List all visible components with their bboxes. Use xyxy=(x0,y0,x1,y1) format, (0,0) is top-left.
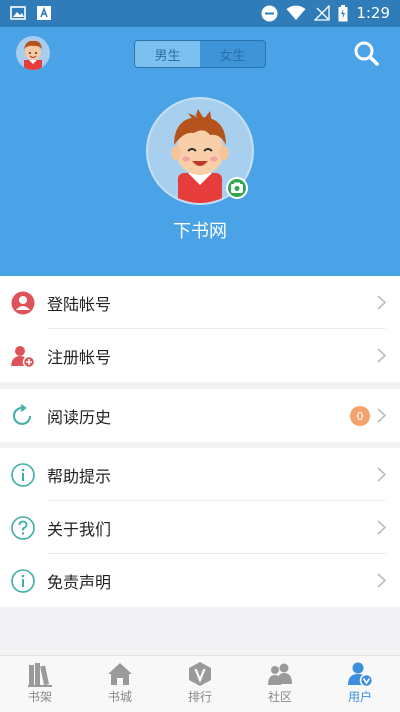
wifi-icon xyxy=(286,5,306,20)
chevron-right-icon xyxy=(377,348,386,363)
login-label: 登陆帐号 xyxy=(47,294,112,314)
text-a-icon xyxy=(37,6,51,20)
community-icon xyxy=(268,663,292,685)
ranking-icon xyxy=(189,662,211,686)
tab-label: 排行 xyxy=(187,690,212,704)
toggle-female[interactable]: 女生 xyxy=(200,41,265,67)
tab-bookshelf[interactable]: 书架 xyxy=(0,656,80,712)
about-label: 关于我们 xyxy=(47,519,112,539)
battery-icon xyxy=(338,4,348,21)
history-group: 阅读历史 0 xyxy=(0,389,400,442)
chevron-right-icon xyxy=(377,467,386,482)
chevron-right-icon xyxy=(377,408,386,423)
gender-toggle: 男生 女生 xyxy=(134,40,266,68)
home-icon xyxy=(108,663,132,685)
history-row[interactable]: 阅读历史 0 xyxy=(0,389,400,442)
tab-ranking[interactable]: 排行 xyxy=(160,656,240,712)
disclaimer-row[interactable]: 免责声明 xyxy=(0,554,400,607)
profile-header: 男生 女生 下书网 xyxy=(0,27,400,276)
bookshelf-icon xyxy=(28,663,52,687)
tab-label: 社区 xyxy=(267,690,292,704)
history-count-badge: 0 xyxy=(350,406,370,426)
info-icon xyxy=(11,569,35,593)
do-not-disturb-icon xyxy=(261,5,278,21)
register-label: 注册帐号 xyxy=(47,347,112,367)
user-add-icon xyxy=(11,346,35,368)
tab-community[interactable]: 社区 xyxy=(240,656,320,712)
history-label: 阅读历史 xyxy=(47,407,112,427)
tab-label: 书架 xyxy=(27,690,52,704)
account-group: 登陆帐号 注册帐号 xyxy=(0,276,400,382)
tab-label: 书城 xyxy=(107,690,132,704)
about-row[interactable]: 关于我们 xyxy=(0,501,400,554)
status-bar: 1:29 xyxy=(0,0,400,27)
info-group: 帮助提示 关于我们 免责声明 xyxy=(0,448,400,607)
register-row[interactable]: 注册帐号 xyxy=(0,329,400,382)
help-label: 帮助提示 xyxy=(47,466,112,486)
small-avatar[interactable] xyxy=(16,36,50,70)
bottom-tab-bar: 书架 书城 排行 社区 用户 xyxy=(0,655,400,712)
chevron-right-icon xyxy=(377,295,386,310)
site-name: 下书网 xyxy=(173,221,227,242)
tab-user[interactable]: 用户 xyxy=(320,656,400,712)
tab-label: 用户 xyxy=(347,690,372,704)
login-row[interactable]: 登陆帐号 xyxy=(0,276,400,329)
disclaimer-label: 免责声明 xyxy=(47,572,112,592)
image-icon xyxy=(10,6,26,20)
user-icon xyxy=(348,662,373,687)
tab-bookstore[interactable]: 书城 xyxy=(80,656,160,712)
chevron-right-icon xyxy=(377,573,386,588)
search-icon[interactable] xyxy=(352,39,380,67)
clock: 1:29 xyxy=(356,4,390,22)
no-signal-icon xyxy=(314,5,330,21)
toggle-male[interactable]: 男生 xyxy=(135,41,200,67)
user-circle-icon xyxy=(11,291,35,315)
help-row[interactable]: 帮助提示 xyxy=(0,448,400,501)
camera-icon[interactable] xyxy=(226,177,248,199)
chevron-right-icon xyxy=(377,520,386,535)
info-icon xyxy=(11,463,35,487)
refresh-icon xyxy=(13,404,31,425)
question-icon xyxy=(11,516,35,540)
